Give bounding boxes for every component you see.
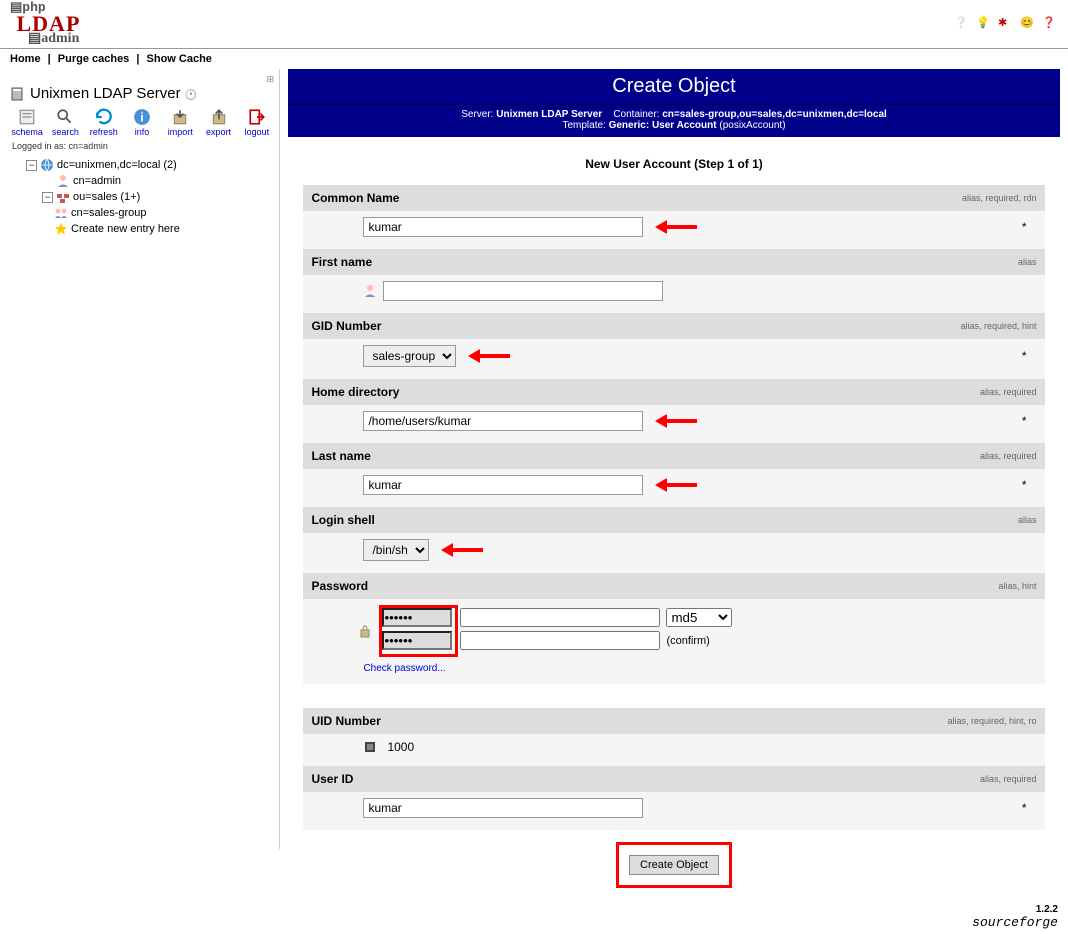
- pwd-full-confirm-input[interactable]: [460, 631, 660, 650]
- clock-icon: [185, 85, 197, 102]
- uid-value: 1000: [383, 740, 414, 754]
- lightbulb-icon[interactable]: 💡: [976, 16, 992, 32]
- side-export[interactable]: export: [206, 127, 231, 137]
- import-icon[interactable]: [171, 108, 189, 126]
- side-refresh[interactable]: refresh: [90, 127, 118, 137]
- sidebar: ⊞ Unixmen LDAP Server schema search refr…: [0, 69, 280, 849]
- nav-home[interactable]: Home: [10, 53, 41, 65]
- orgunit-icon: [56, 190, 70, 204]
- field-label-pwd: Password: [311, 579, 368, 593]
- search-icon[interactable]: [56, 108, 74, 126]
- top-icons: ❔ 💡 ✱ 😊 ❓: [954, 16, 1058, 32]
- field-label-uid: UID Number: [311, 714, 380, 728]
- side-schema[interactable]: schema: [11, 127, 43, 137]
- field-label-userid: User ID: [311, 772, 353, 786]
- schema-icon[interactable]: [18, 108, 36, 126]
- svg-text:i: i: [140, 111, 143, 125]
- globe-icon: [40, 158, 54, 172]
- footer: 1.2.2 sourceforge: [0, 900, 1068, 934]
- pwd-confirm-input[interactable]: [382, 631, 452, 650]
- cn-input[interactable]: [363, 217, 643, 237]
- nav-show[interactable]: Show Cache: [147, 53, 212, 65]
- logout-icon[interactable]: [248, 108, 266, 126]
- field-label-gid: GID Number: [311, 319, 381, 333]
- refresh-icon[interactable]: [95, 108, 113, 126]
- side-logout[interactable]: logout: [245, 127, 270, 137]
- bug-icon[interactable]: ✱: [998, 16, 1014, 32]
- arrow-icon: [655, 480, 703, 490]
- question-icon[interactable]: ❓: [1042, 16, 1058, 32]
- pwd-highlight: [379, 605, 458, 657]
- hash-select[interactable]: md5: [666, 608, 732, 627]
- arrow-icon: [655, 416, 703, 426]
- create-button-highlight: Create Object: [616, 842, 732, 888]
- tree-toggle[interactable]: −: [42, 192, 53, 203]
- server-icon: [10, 86, 26, 102]
- side-info[interactable]: info: [135, 127, 150, 137]
- tree-create[interactable]: Create new entry here: [71, 223, 180, 235]
- page-title: Create Object: [288, 69, 1060, 104]
- page-header: Create Object Server: Unixmen LDAP Serve…: [288, 69, 1060, 137]
- field-label-home: Home directory: [311, 385, 399, 399]
- field-label-cn: Common Name: [311, 191, 399, 205]
- info-icon[interactable]: i: [133, 108, 151, 126]
- group-icon: [54, 206, 68, 220]
- nav-bar: Home | Purge caches | Show Cache: [0, 49, 1068, 69]
- pwd-full-input[interactable]: [460, 608, 660, 627]
- lock-icon: [358, 624, 372, 638]
- tree-sales[interactable]: ou=sales (1+): [73, 191, 140, 203]
- tree-toggle[interactable]: −: [26, 160, 37, 171]
- tree-root[interactable]: dc=unixmen,dc=local (2): [57, 159, 177, 171]
- check-password-link[interactable]: Check password...: [363, 663, 445, 674]
- ln-input[interactable]: [363, 475, 643, 495]
- logo: ▤php LDAP ▤admin: [10, 2, 80, 46]
- tree-group[interactable]: cn=sales-group: [71, 207, 147, 219]
- export-icon[interactable]: [210, 108, 228, 126]
- server-name: Unixmen LDAP Server: [10, 85, 274, 102]
- chip-icon: [363, 740, 377, 754]
- tree-admin[interactable]: cn=admin: [73, 175, 121, 187]
- create-object-button[interactable]: Create Object: [629, 855, 719, 875]
- shell-select[interactable]: /bin/sh: [363, 539, 429, 561]
- pwd-input[interactable]: [382, 608, 452, 627]
- gid-select[interactable]: sales-group: [363, 345, 456, 367]
- help-icon[interactable]: ❔: [954, 16, 970, 32]
- fn-input[interactable]: [383, 281, 663, 301]
- tree: − dc=unixmen,dc=local (2) cn=admin − ou=…: [10, 157, 274, 237]
- star-icon: [54, 222, 68, 236]
- arrow-icon: [468, 351, 516, 361]
- person-icon: [363, 284, 377, 298]
- collapse-pane-icon[interactable]: ⊞: [10, 74, 274, 85]
- arrow-icon: [655, 222, 703, 232]
- side-search[interactable]: search: [52, 127, 79, 137]
- logged-in: Logged in as: cn=admin: [12, 141, 274, 151]
- userid-input[interactable]: [363, 798, 643, 818]
- side-import[interactable]: import: [168, 127, 193, 137]
- field-label-ln: Last name: [311, 449, 370, 463]
- field-label-shell: Login shell: [311, 513, 374, 527]
- user-icon: [56, 174, 70, 188]
- field-label-fn: First name: [311, 255, 372, 269]
- nav-purge[interactable]: Purge caches: [58, 53, 130, 65]
- smile-icon[interactable]: 😊: [1020, 16, 1036, 32]
- home-input[interactable]: [363, 411, 643, 431]
- arrow-icon: [441, 545, 489, 555]
- step-title: New User Account (Step 1 of 1): [288, 157, 1060, 171]
